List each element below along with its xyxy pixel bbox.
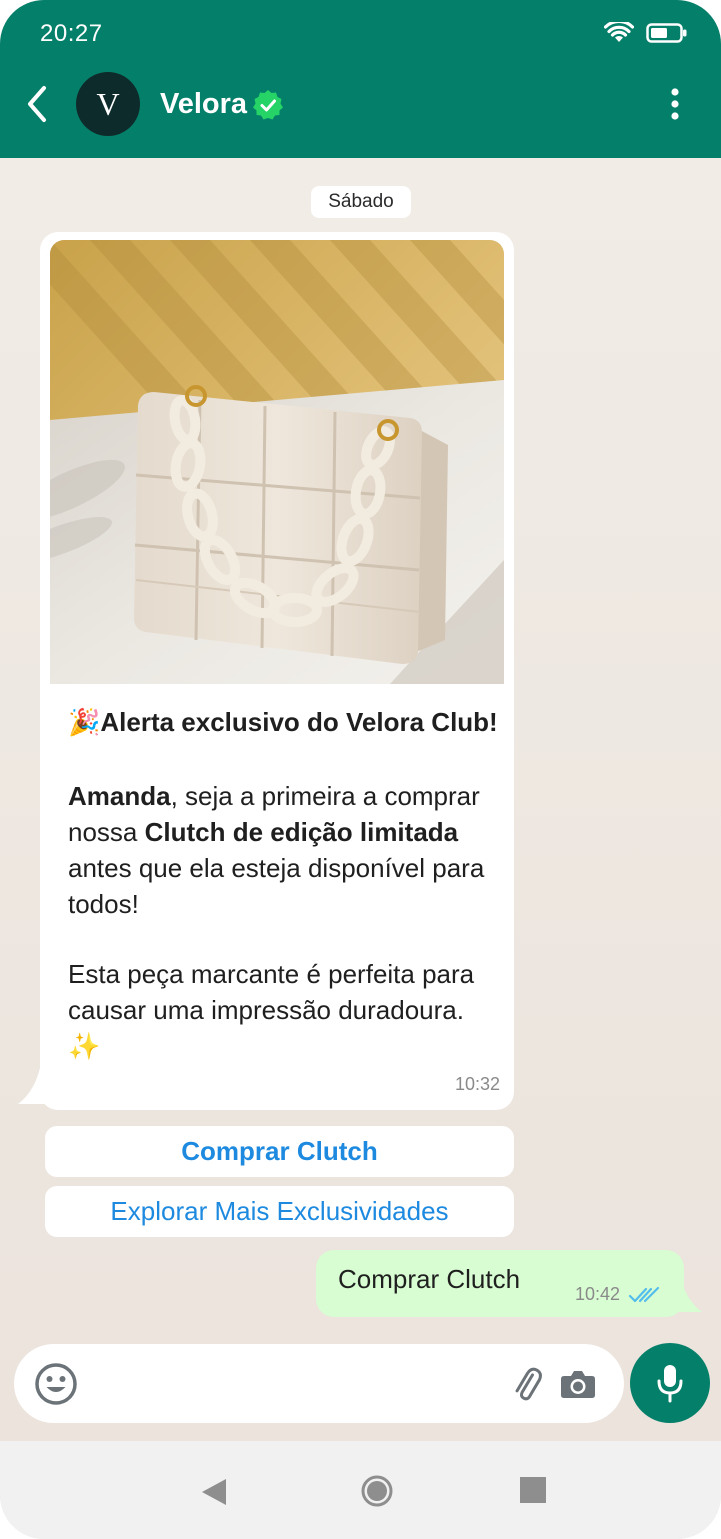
chat-area[interactable]: Sábado 🎉Alerta exclusivo do Velora Club!…: [0, 158, 721, 1441]
quick-reply-label: Explorar Mais Exclusividades: [110, 1196, 449, 1226]
customer-name: Amanda: [68, 781, 171, 811]
avatar[interactable]: V: [76, 72, 140, 136]
double-check-icon: [628, 1286, 660, 1303]
avatar-letter: V: [96, 85, 120, 122]
product-image[interactable]: [50, 240, 504, 684]
chat-header: 20:27 V Velora: [0, 0, 721, 158]
message-paragraph-1: Amanda, seja a primeira a comprar nossa …: [68, 778, 498, 922]
message-title-text: Alerta exclusivo do Velora Club!: [100, 707, 498, 737]
paragraph-1-part-b: antes que ela esteja disponível para tod…: [68, 853, 485, 919]
outgoing-message-time: 10:42: [575, 1284, 621, 1304]
date-chip: Sábado: [311, 186, 411, 218]
nav-back-icon[interactable]: [200, 1477, 228, 1507]
mic-button[interactable]: [630, 1343, 710, 1423]
mic-icon: [657, 1365, 683, 1403]
quick-reply-buy-clutch[interactable]: Comprar Clutch: [45, 1126, 514, 1177]
status-time: 20:27: [40, 20, 103, 47]
phone-screen: 20:27 V Velora Sábado 🎉Alerta exclusivo …: [0, 0, 721, 1539]
more-vert-icon[interactable]: [664, 86, 686, 122]
incoming-message-bubble[interactable]: 🎉Alerta exclusivo do Velora Club! Amanda…: [40, 232, 514, 1110]
nav-recents-icon[interactable]: [520, 1477, 546, 1503]
battery-icon: [646, 23, 687, 43]
paperclip-icon[interactable]: [510, 1366, 544, 1402]
date-chip-label: Sábado: [328, 191, 394, 212]
emoji-icon[interactable]: [34, 1362, 78, 1406]
message-title: 🎉Alerta exclusivo do Velora Club!: [68, 704, 498, 740]
message-paragraph-2: Esta peça marcante é perfeita para causa…: [68, 956, 498, 1064]
quick-reply-explore-more[interactable]: Explorar Mais Exclusividades: [45, 1186, 514, 1237]
sparkles-emoji: ✨: [68, 1031, 101, 1061]
quick-reply-label: Comprar Clutch: [181, 1136, 378, 1166]
camera-icon[interactable]: [560, 1368, 596, 1400]
contact-name[interactable]: Velora: [160, 88, 247, 121]
nav-home-icon[interactable]: [360, 1474, 394, 1508]
outgoing-message-text: Comprar Clutch: [338, 1264, 521, 1294]
outgoing-message-bubble[interactable]: Comprar Clutch 10:42: [316, 1250, 684, 1317]
message-input[interactable]: [94, 1364, 494, 1404]
party-emoji: 🎉: [68, 707, 101, 737]
back-arrow-icon[interactable]: [22, 84, 52, 124]
wifi-icon: [604, 22, 634, 42]
incoming-message-time: 10:32: [454, 1074, 500, 1094]
product-name: Clutch de edição limitada: [144, 817, 459, 847]
paragraph-2-text: Esta peça marcante é perfeita para causa…: [68, 959, 475, 1025]
message-composer: [14, 1344, 624, 1423]
system-nav-bar: [0, 1441, 721, 1539]
verified-badge-icon: [253, 90, 283, 120]
